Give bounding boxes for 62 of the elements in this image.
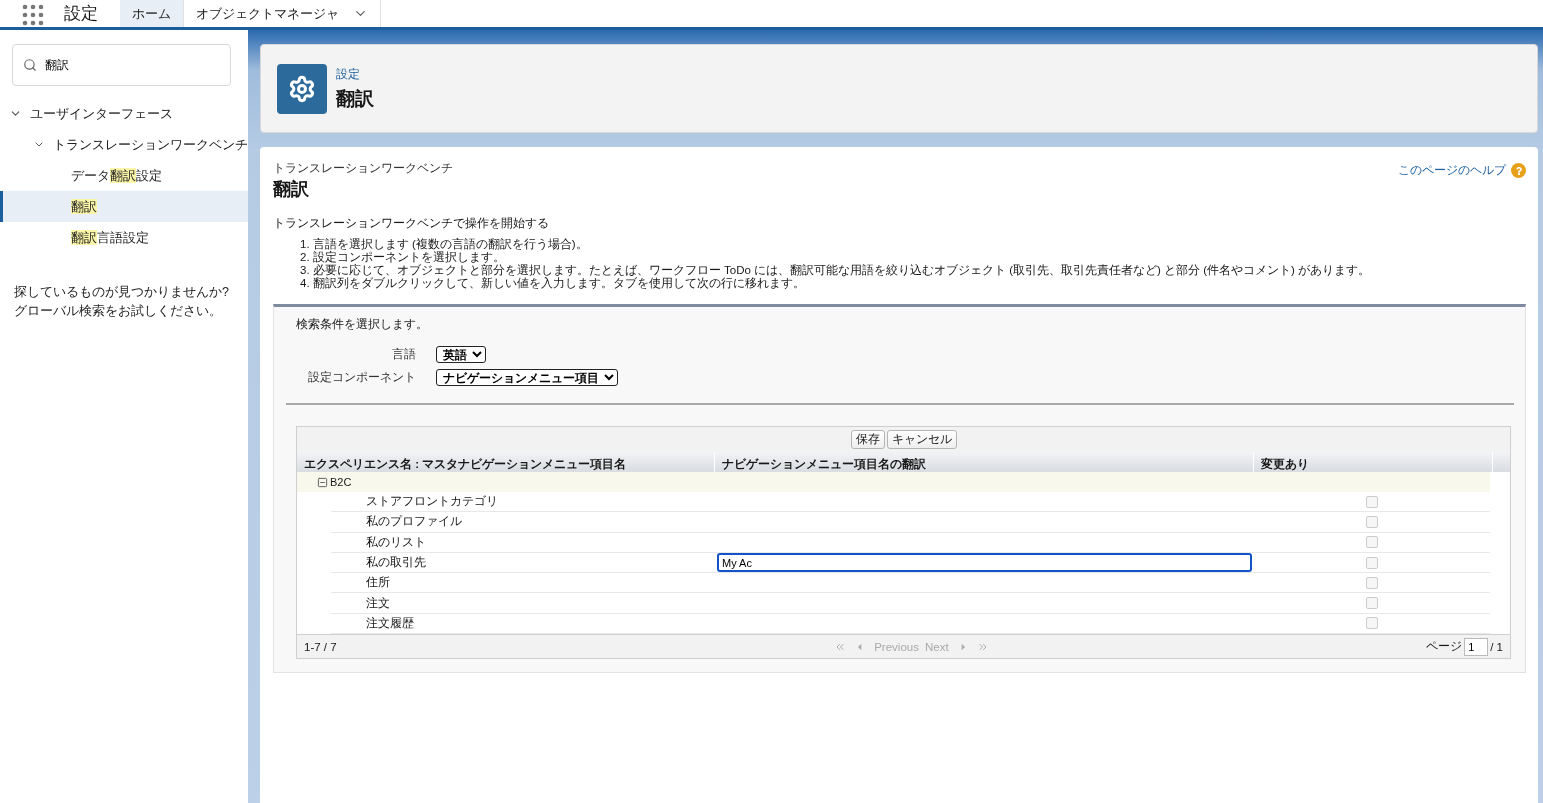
table-cell-text: ストアフロントカテゴリ: [365, 494, 499, 510]
tree-item-label: データ翻訳設定: [71, 166, 162, 185]
breadcrumb-link[interactable]: 設定: [336, 65, 374, 83]
cancel-button[interactable]: キャンセル: [886, 430, 957, 449]
page-title: 翻訳: [336, 86, 374, 111]
tree-item-label: 翻訳: [71, 197, 97, 216]
table-cell-text: 私のリスト: [365, 534, 427, 550]
tree-item-label: トランスレーションワークベンチ: [53, 135, 248, 154]
search-field[interactable]: 翻訳: [12, 44, 231, 86]
search-icon: [23, 58, 37, 72]
translation-field[interactable]: My Ac: [717, 553, 1252, 573]
filter-select[interactable]: ナビゲーションメニュー項目: [436, 369, 618, 386]
section-title: 翻訳: [273, 178, 310, 201]
tree-item-label: 翻訳言語設定: [71, 228, 149, 247]
gear-icon: [277, 63, 327, 114]
help-link[interactable]: このページのヘルプ: [1398, 162, 1526, 179]
table-cell-text: 私の取引先: [365, 555, 427, 571]
help-link-text[interactable]: このページのヘルプ: [1398, 162, 1506, 179]
tree-item[interactable]: データ翻訳設定: [0, 160, 248, 191]
column-header: 変更あり: [1254, 452, 1493, 472]
save-button[interactable]: 保存: [850, 430, 885, 449]
instruction-step: 3. 必要に応じて、オブジェクトと部分を選択します。たとえば、ワークフロー ToDo には、翻訳可能な用語を絞り込むオブジェクト (取引先、取引先責任者など) と部分 (件名やコメント) があります。: [300, 264, 1526, 277]
checkbox[interactable]: [1366, 515, 1378, 528]
tree-item-label: ユーザインターフェース: [30, 104, 173, 123]
tree-item[interactable]: トランスレーションワークベンチ: [0, 129, 248, 160]
field-label: 言語: [391, 346, 416, 363]
tree-item[interactable]: 翻訳: [0, 191, 248, 222]
app-launcher-icon[interactable]: [22, 4, 44, 26]
filter-select[interactable]: 英語: [436, 346, 486, 363]
group-label: B2C: [330, 476, 352, 488]
column-header: ナビゲーションメニュー項目名の翻訳: [715, 452, 1254, 472]
instruction-step: 4. 翻訳列をダブルクリックして、新しい値を入力します。タブを使用して次の行に移れます。: [300, 277, 1526, 290]
instruction-step: 1. 言語を選択します (複数の言語の翻訳を行う場合)。: [300, 238, 1526, 251]
instruction-step: 2. 設定コンポーネントを選択します。: [300, 251, 1526, 264]
tree-item[interactable]: ユーザインターフェース: [0, 98, 248, 129]
page-label: ページ: [1426, 639, 1463, 655]
checkbox[interactable]: [1366, 597, 1378, 610]
table-cell-text: 住所: [365, 575, 391, 591]
section-label: トランスレーションワークベンチ: [273, 160, 453, 177]
checkbox[interactable]: [1366, 556, 1378, 569]
intro-text: トランスレーションワークベンチで操作を開始する: [273, 216, 550, 231]
help-icon[interactable]: [1511, 163, 1526, 178]
table-cell-text: 注文履歴: [365, 615, 415, 631]
table-cell-text: 注文: [365, 595, 391, 611]
table-cell-text: 私のプロファイル: [365, 514, 463, 530]
field-label: 設定コンポーネント: [307, 369, 416, 386]
app-title: 設定: [64, 3, 98, 25]
checkbox[interactable]: [1366, 617, 1378, 630]
group-row[interactable]: B2C: [297, 472, 1490, 492]
page-field[interactable]: 1: [1464, 637, 1489, 656]
collapse-icon[interactable]: [317, 476, 328, 488]
header-filler: [1493, 452, 1510, 472]
checkbox[interactable]: [1366, 495, 1378, 508]
record-count: 1-7 / 7: [304, 640, 337, 653]
column-header: エクスペリエンス名 : マスタナビゲーションメニュー項目名: [297, 452, 715, 472]
filter-heading: 検索条件を選択します。: [296, 317, 429, 332]
nav-tab[interactable]: ホーム: [120, 0, 184, 27]
help-text: 探しているものが見つかりませんか? グローバル検索をお試しください。: [14, 284, 230, 320]
tree-item[interactable]: 翻訳言語設定: [0, 222, 248, 253]
checkbox[interactable]: [1366, 536, 1378, 549]
checkbox[interactable]: [1366, 576, 1378, 589]
page-total: / 1: [1490, 640, 1503, 653]
